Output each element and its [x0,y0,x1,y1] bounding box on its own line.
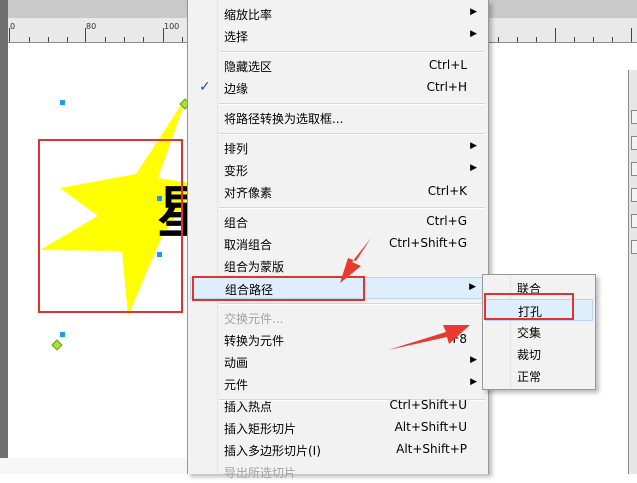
menu-item-label: 组合 [224,216,249,230]
menu-item-label: 插入热点 [224,400,273,414]
context-menu: 缩放比率 ▶ 选择 ▶ 隐藏选区 Ctrl+L ✓ 边缘 Ctrl+H 将路径转… [187,0,489,480]
menu-item-shortcut: Alt+Shift+U [394,420,467,434]
horizontal-ruler-right [486,18,637,43]
menu-item-arrange[interactable]: 排列 ▶ [190,137,486,159]
submenu-item-normal[interactable]: 正常 [485,365,593,387]
menu-separator [219,133,485,135]
menu-item-label: 转换为元件 [224,334,285,348]
menu-item-insert-rect-slice[interactable]: 插入矩形切片 Alt+Shift+U [190,417,486,439]
menu-item-swap-symbol: 交换元件... [190,307,486,329]
selection-handle[interactable] [60,100,65,105]
menu-item-shortcut: Ctrl+Shift+U [389,398,467,412]
submenu-arrow-icon: ▶ [470,377,477,387]
panel-control[interactable] [631,240,637,254]
annotation-box-canvas [38,139,183,313]
menu-item-snap-pixels[interactable]: 对齐像素 Ctrl+K [190,181,486,203]
selection-handle[interactable] [60,332,65,337]
menu-item-hide-selection[interactable]: 隐藏选区 Ctrl+L [190,55,486,77]
menu-item-insert-hotspot[interactable]: 插入热点 Ctrl+Shift+U [190,395,486,417]
menu-item-symbol[interactable]: 元件 ▶ [190,373,486,395]
horizontal-ruler: 0 80 100 [0,18,190,43]
menu-item-zoom-ratio[interactable]: 缩放比率 ▶ [190,3,486,25]
menu-item-label: 选择 [224,30,249,44]
menu-item-shortcut: Ctrl+G [426,214,467,228]
ruler-label: 100 [164,22,180,31]
menu-item-path-to-marquee[interactable]: 将路径转换为选取框... [190,107,486,129]
menu-item-label: 将路径转换为选取框... [224,112,344,126]
menu-item-select[interactable]: 选择 ▶ [190,25,486,47]
menu-item-label: 排列 [224,142,249,156]
menu-item-group-as-mask[interactable]: 组合为蒙版 [190,255,486,277]
submenu-item-crop[interactable]: 裁切 [485,343,593,365]
panel-control[interactable] [631,136,637,150]
ruler-label: 0 [10,22,16,31]
menu-item-insert-poly-slice[interactable]: 插入多边形切片(I) Alt+Shift+P [190,439,486,461]
submenu-arrow-icon: ▶ [470,141,477,151]
menu-item-label: 插入多边形切片(I) [224,444,321,458]
menu-item-label: 对齐像素 [224,186,273,200]
menu-separator [219,207,485,209]
submenu-arrow-icon: ▶ [470,355,477,365]
menu-item-ungroup[interactable]: 取消组合 Ctrl+Shift+G [190,233,486,255]
canvas-bottom-area [0,458,190,474]
menu-item-label: 导出所选切片 [224,466,297,480]
panel-control[interactable] [631,214,637,228]
menu-item-label: 元件 [224,378,249,392]
menu-item-label: 插入矩形切片 [224,422,297,436]
annotation-box-combine-paths [192,276,365,301]
menu-item-label: 隐藏选区 [224,60,273,74]
menu-item-shortcut: Ctrl+H [426,80,467,94]
canvas-left-border [0,0,8,474]
path-point-handle[interactable] [51,339,63,351]
menu-item-label: 组合为蒙版 [224,260,285,274]
submenu-arrow-icon: ▶ [470,29,477,39]
panel-control[interactable] [631,110,637,124]
menu-item-edges[interactable]: ✓ 边缘 Ctrl+H [190,77,486,99]
menu-item-shortcut: Ctrl+L [428,58,467,72]
menu-item-shortcut: Ctrl+Shift+G [388,236,467,250]
menu-item-group[interactable]: 组合 Ctrl+G [190,211,486,233]
submenu-arrow-icon: ▶ [470,163,477,173]
panel-control[interactable] [631,188,637,202]
menu-item-label: 边缘 [224,82,249,96]
submenu-item-intersect[interactable]: 交集 [485,321,593,343]
menu-item-label: 变形 [224,164,249,178]
menu-item-label: 交换元件... [224,312,284,326]
menu-separator [219,303,485,305]
annotation-box-punch [484,293,574,320]
ruler-label: 80 [86,22,97,31]
right-side-panel [628,70,637,474]
check-icon: ✓ [199,79,211,95]
menu-item-label: 缩放比率 [224,8,273,22]
menu-item-shortcut: F8 [452,332,467,346]
combine-paths-submenu: 联合 打孔 交集 裁切 正常 [482,274,596,390]
menu-item-animation[interactable]: 动画 ▶ [190,351,486,373]
panel-control[interactable] [631,162,637,176]
menu-item-convert-to-symbol[interactable]: 转换为元件 F8 [190,329,486,351]
menu-item-export-slices: 导出所选切片 [190,461,486,483]
menu-item-label: 动画 [224,356,249,370]
submenu-arrow-icon: ▶ [470,7,477,17]
menu-item-label: 正常 [517,370,542,384]
menu-item-label: 裁切 [517,348,542,362]
menu-separator [219,103,485,105]
menu-item-shortcut: Ctrl+K [427,184,467,198]
menu-separator [219,51,485,53]
menu-item-shortcut: Alt+Shift+P [396,442,467,456]
menu-item-label: 交集 [517,326,542,340]
menu-item-label: 取消组合 [224,238,273,252]
submenu-arrow-icon: ▶ [469,282,476,292]
menu-item-transform[interactable]: 变形 ▶ [190,159,486,181]
